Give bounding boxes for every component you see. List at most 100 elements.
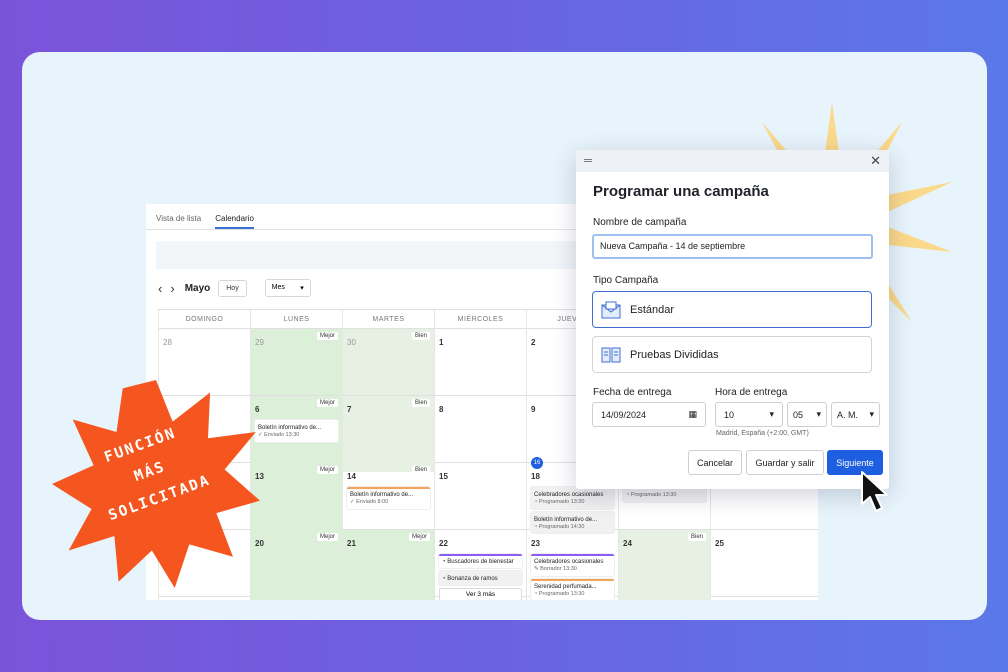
calendar-event[interactable]: Boletín informativo de... ✓ Enviado 13:3… [255,420,338,442]
split-test-icon [601,347,621,362]
day-number: 1 [439,338,444,347]
calendar-event[interactable]: ◔ Buscadores de bienestar [439,554,522,569]
minute-select[interactable]: 05 ▾ [787,402,827,427]
event-title: Bonanza de ramos [447,576,498,583]
day-number: 21 [347,539,356,548]
caret-down-icon: ▾ [869,409,874,419]
envelope-icon [601,301,621,318]
type-split-option[interactable]: Pruebas Divididas [592,336,872,373]
day-cell[interactable]: 1 [434,329,526,395]
day-cell[interactable]: 23 Celebradores ocasionales ✎ Borrador 1… [526,530,618,600]
mouse-cursor-icon [861,471,888,512]
event-status: Enviado 13:30 [264,432,300,439]
view-tabs: Vista de lista Calendario [156,214,254,229]
event-title: Boletín informativo de... [350,492,414,498]
type-standard-option[interactable]: Estándar [592,291,872,328]
day-number: 8 [439,405,444,414]
delivery-time-label: Hora de entrega [715,387,788,398]
delivery-date-value: 14/09/2024 [601,409,647,420]
day-number: 30 [347,338,356,347]
event-title: Boletín informativo de... [258,425,322,431]
day-number: 18 [531,472,540,481]
day-cell[interactable]: 22 ◔ Buscadores de bienestar ◔ Bonanza d… [434,530,526,600]
event-title: Boletín informativo de... [534,516,598,523]
hour-value: 10 [724,409,735,420]
day-cell[interactable]: 6 Mejor Boletín informativo de... ✓ Envi… [250,396,342,472]
day-cell[interactable]: 14 Bien Boletín informativo de... ✓ Envi… [342,463,434,537]
event-status: Programado 13:30 [630,492,677,499]
calendar-event[interactable]: Celebradores ocasionales ◔ Programado 13… [531,487,614,509]
day-number: 28 [163,338,172,347]
day-number: 25 [715,539,724,548]
campaign-name-input[interactable]: Nueva Campaña - 14 de septiembre [592,234,873,259]
tab-calendar[interactable]: Calendario [215,214,254,229]
prev-month-icon[interactable]: ‹ [158,282,162,295]
event-status: Programado 13:30 [538,590,585,597]
caret-down-icon: ▾ [816,409,821,419]
caret-down-icon: ▾ [300,285,304,292]
calendar-event[interactable]: Celebradores ocasionales ✎ Borrador 13:3… [531,554,614,576]
day-quality-badge: Mejor [316,399,338,407]
calendar-nav: ‹ › Mayo Hoy Mes ▾ [158,279,311,297]
event-status: Borrador 13:30 [540,566,577,573]
day-cell[interactable]: 25 [710,530,802,600]
save-exit-button[interactable]: Guardar y salir [746,450,824,475]
day-quality-badge: Mejor [316,332,338,340]
schedule-campaign-modal: ═ ✕ Programar una campaña Nombre de camp… [576,150,889,489]
day-quality-badge: Bien [687,533,706,541]
close-icon[interactable]: ✕ [870,153,881,169]
day-quality-badge: Mejor [316,533,338,541]
next-month-icon[interactable]: › [170,282,174,295]
day-cell[interactable]: 15 [434,463,526,537]
day-cell[interactable]: 21 Mejor [342,530,434,600]
day-number: 7 [347,405,352,414]
view-select[interactable]: Mes ▾ [264,279,311,297]
day-quality-badge: Mejor [408,533,430,541]
day-cell[interactable]: 30 Bien [342,329,434,395]
day-cell[interactable]: 24 Bien [618,530,710,600]
day-cell[interactable]: 20 Mejor [250,530,342,600]
modal-title: Programar una campaña [593,183,769,200]
calendar-event[interactable]: Boletín informativo de... ✓ Enviado 8:00 [347,487,430,509]
campaign-type-label: Tipo Campaña [593,275,659,286]
delivery-date-input[interactable]: 14/09/2024 ▦ [592,402,706,427]
day-number: 24 [623,539,632,548]
event-status: Programado 13:30 [538,499,585,506]
day-number: 23 [531,539,540,548]
event-title: Serenidad perfumada... [534,583,597,590]
calendar-icon[interactable]: ▦ [688,409,697,420]
event-status: Enviado 8:00 [356,499,389,506]
day-number: 2 [531,338,536,347]
dow-monday: LUNES [250,310,342,330]
dow-wednesday: MIÉRCOLES [434,310,526,330]
drag-handle-icon[interactable]: ═ [584,155,592,167]
dow-tuesday: MARTES [342,310,434,330]
hour-select[interactable]: 10 ▾ [715,402,783,427]
day-cell[interactable]: 8 [434,396,526,472]
today-button[interactable]: Hoy [218,279,247,297]
day-number: 29 [255,338,264,347]
show-more-button[interactable]: Ver 3 más [439,588,522,600]
dow-sunday: DOMINGO [158,310,250,330]
calendar-event[interactable]: Serenidad perfumada... ◔ Programado 13:3… [531,578,614,600]
calendar-event[interactable]: ◔ Bonanza de ramos [439,571,522,586]
day-quality-badge: Bien [411,332,430,340]
event-status: Programado 14:30 [538,523,585,530]
campaign-name-label: Nombre de campaña [593,217,687,228]
ampm-value: A. M. [837,409,859,420]
event-title: Celebradores ocasionales [534,559,604,565]
tab-list-view[interactable]: Vista de lista [156,214,201,229]
modal-titlebar: ═ ✕ [576,150,889,172]
view-select-value: Mes [271,284,285,291]
type-standard-label: Estándar [630,303,675,316]
day-number: 9 [531,405,536,414]
day-number: 14 [347,472,356,481]
day-cell[interactable]: 13 Mejor [250,463,342,537]
cancel-button[interactable]: Cancelar [688,450,742,475]
day-cell[interactable]: 7 Bien [342,396,434,472]
ampm-select[interactable]: A. M. ▾ [831,402,880,427]
type-split-label: Pruebas Divididas [630,348,719,361]
event-title: Celebradores ocasionales [534,492,604,498]
day-cell[interactable]: 29 Mejor [250,329,342,395]
day-quality-badge: Bien [411,466,430,474]
